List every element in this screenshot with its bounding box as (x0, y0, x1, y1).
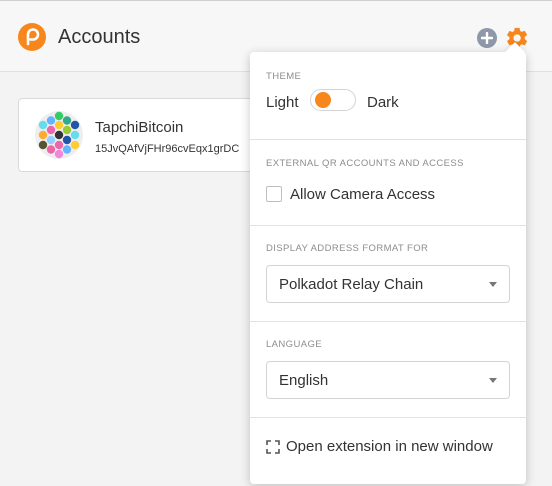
camera-title: EXTERNAL QR ACCOUNTS AND ACCESS (266, 158, 464, 169)
account-card[interactable]: TapchiBitcoin 15JvQAfVjFHr96cvEqx1grDC (18, 98, 280, 172)
account-name: TapchiBitcoin (95, 119, 184, 136)
camera-section: EXTERNAL QR ACCOUNTS AND ACCESS Allow Ca… (250, 139, 526, 226)
page-title: Accounts (58, 26, 141, 48)
expand-icon (266, 440, 280, 454)
address-format-title: DISPLAY ADDRESS FORMAT FOR (266, 243, 429, 254)
theme-dark-label: Dark (367, 94, 399, 111)
add-account-icon[interactable] (477, 28, 497, 48)
account-address: 15JvQAfVjFHr96cvEqx1grDC (95, 143, 240, 155)
identicon (35, 111, 83, 159)
open-new-window-link[interactable]: Open extension in new window (266, 434, 516, 460)
language-title: LANGUAGE (266, 339, 322, 350)
address-format-section: DISPLAY ADDRESS FORMAT FOR Polkadot Rela… (250, 225, 526, 322)
theme-light-label: Light (266, 94, 299, 111)
language-section: LANGUAGE English (250, 321, 526, 418)
camera-access-label[interactable]: Allow Camera Access (290, 186, 435, 203)
language-value: English (279, 372, 329, 389)
theme-toggle[interactable] (310, 89, 356, 111)
theme-title: THEME (266, 71, 302, 82)
address-format-value: Polkadot Relay Chain (279, 276, 424, 293)
caret-down-icon (489, 282, 497, 287)
theme-section: THEME Light Dark (250, 52, 526, 140)
camera-access-checkbox[interactable] (266, 186, 282, 202)
toggle-knob (315, 92, 331, 108)
caret-down-icon (489, 378, 497, 383)
settings-menu: THEME Light Dark EXTERNAL QR ACCOUNTS AN… (250, 42, 526, 484)
language-select[interactable]: English (266, 361, 510, 399)
open-new-window-label: Open extension in new window (286, 438, 493, 455)
address-format-select[interactable]: Polkadot Relay Chain (266, 265, 510, 303)
polkadot-logo-icon (18, 23, 46, 51)
